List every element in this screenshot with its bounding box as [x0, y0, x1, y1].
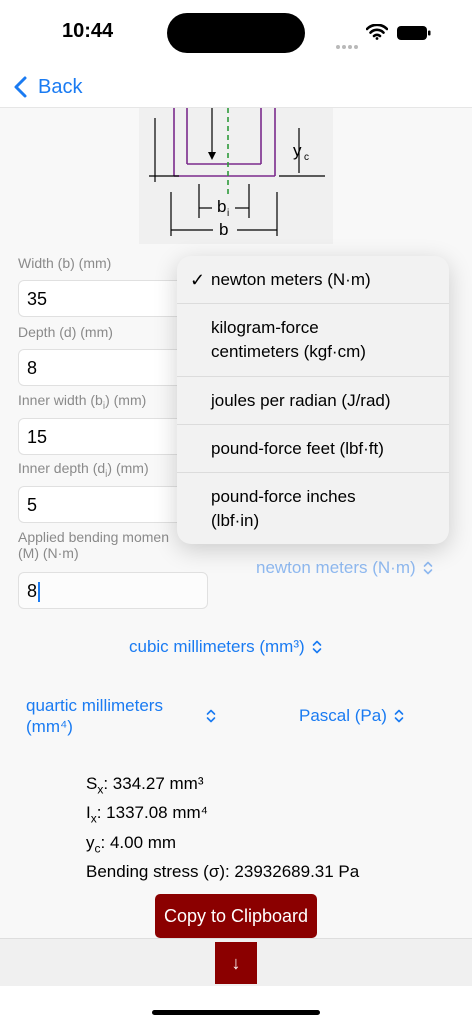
- chevron-up-down-icon: [312, 640, 321, 654]
- cellular-signal-icon: [336, 36, 360, 49]
- stress-unit-value: Pascal (Pa): [299, 706, 387, 725]
- inner-depth-label-text: Inner depth (d: [18, 460, 106, 476]
- inner-width-label-text: Inner width (b: [18, 392, 103, 408]
- copy-to-clipboard-button[interactable]: Copy to Clipboard: [155, 894, 317, 938]
- cross-section-diagram: y c b i b: [139, 108, 333, 244]
- menu-item-pound-force-inches[interactable]: pound-force inches (lbf·in): [177, 473, 449, 544]
- chevron-up-down-icon: [206, 709, 216, 723]
- inertia-unit-value: quartic millimeters (mm⁴): [26, 695, 163, 737]
- diagram-b-label: b: [219, 220, 228, 239]
- menu-item-kilogram-force-centimeters[interactable]: kilogram-force centimeters (kgf·cm): [177, 304, 449, 377]
- back-label: Back: [38, 75, 83, 98]
- home-indicator-area: [0, 986, 472, 1024]
- checkmark-icon: ✓: [190, 269, 206, 290]
- dynamic-island: [167, 13, 305, 53]
- results-panel: Sx: 334.27 mm³ Ix: 1337.08 mm⁴ yc: 4.00 …: [86, 772, 359, 884]
- chevron-up-down-icon: [394, 709, 404, 723]
- moment-unit-value: newton meters (N·m): [256, 558, 416, 577]
- moment-unit-picker[interactable]: newton meters (N·m): [256, 558, 433, 578]
- menu-item-label: newton meters (N·m): [211, 269, 371, 289]
- moment-unit-menu: ✓ newton meters (N·m) kilogram-force cen…: [177, 256, 449, 544]
- diagram-yc-label: y: [293, 141, 302, 160]
- depth-label: Depth (d) (mm): [18, 324, 113, 340]
- result-centroid: yc: 4.00 mm: [86, 832, 177, 856]
- status-time: 10:44: [62, 20, 114, 42]
- navigation-bar: Back: [0, 66, 472, 108]
- diagram-bi-label: b: [217, 197, 226, 216]
- status-bar: 10:44: [0, 0, 472, 66]
- moment-label: Applied bending momen (M) (N·m): [18, 529, 169, 561]
- inertia-unit-line1: quartic millimeters: [26, 696, 163, 715]
- back-button[interactable]: Back: [12, 72, 82, 102]
- battery-icon: [397, 26, 431, 40]
- chevron-up-down-icon: [423, 561, 432, 575]
- inertia-unit-picker[interactable]: quartic millimeters (mm⁴): [26, 695, 216, 737]
- result-section-modulus: Sx: 334.27 mm³: [86, 774, 204, 797]
- moment-field[interactable]: 8: [18, 572, 208, 609]
- arrow-down-icon: ↓: [231, 952, 241, 973]
- inertia-unit-line2: (mm⁴): [26, 717, 73, 736]
- moment-label-line1: Applied bending momen: [18, 529, 169, 545]
- inner-width-label-unit: ) (mm): [105, 392, 147, 408]
- menu-item-label: pound-force feet (lbf·ft): [211, 438, 384, 458]
- menu-item-label: joules per radian (J/rad): [211, 390, 391, 410]
- diagram-bi-subscript: i: [227, 208, 229, 219]
- home-indicator[interactable]: [152, 1010, 320, 1015]
- moment-label-line2: (M) (N·m): [18, 545, 79, 561]
- inner-width-label: Inner width (bi) (mm): [18, 392, 146, 412]
- inner-depth-label: Inner depth (di) (mm): [18, 460, 149, 480]
- wifi-icon: [366, 24, 388, 40]
- menu-item-label: pound-force inches (lbf·in): [211, 486, 356, 530]
- width-label: Width (b) (mm): [18, 255, 112, 271]
- menu-item-newton-meters[interactable]: ✓ newton meters (N·m): [177, 256, 449, 304]
- chevron-left-icon: [14, 76, 27, 98]
- moment-value: 8: [27, 581, 38, 601]
- stress-unit-picker[interactable]: Pascal (Pa): [299, 706, 404, 726]
- scroll-down-button[interactable]: ↓: [215, 942, 257, 984]
- section-modulus-unit-picker[interactable]: cubic millimeters (mm³): [129, 637, 322, 657]
- menu-item-joules-per-radian[interactable]: joules per radian (J/rad): [177, 377, 449, 425]
- menu-item-label: kilogram-force centimeters (kgf·cm): [211, 318, 366, 361]
- inner-depth-label-unit: ) (mm): [107, 460, 149, 476]
- result-moment-of-inertia: Ix: 1337.08 mm⁴: [86, 803, 208, 826]
- bottom-toolbar: ↓: [0, 938, 472, 986]
- result-bending-stress: Bending stress (σ): 23932689.31 Pa: [86, 862, 360, 882]
- section-modulus-unit-value: cubic millimeters (mm³): [129, 637, 305, 656]
- text-cursor: [38, 582, 41, 603]
- menu-item-pound-force-feet[interactable]: pound-force feet (lbf·ft): [177, 425, 449, 473]
- diagram-yc-subscript: c: [304, 152, 309, 163]
